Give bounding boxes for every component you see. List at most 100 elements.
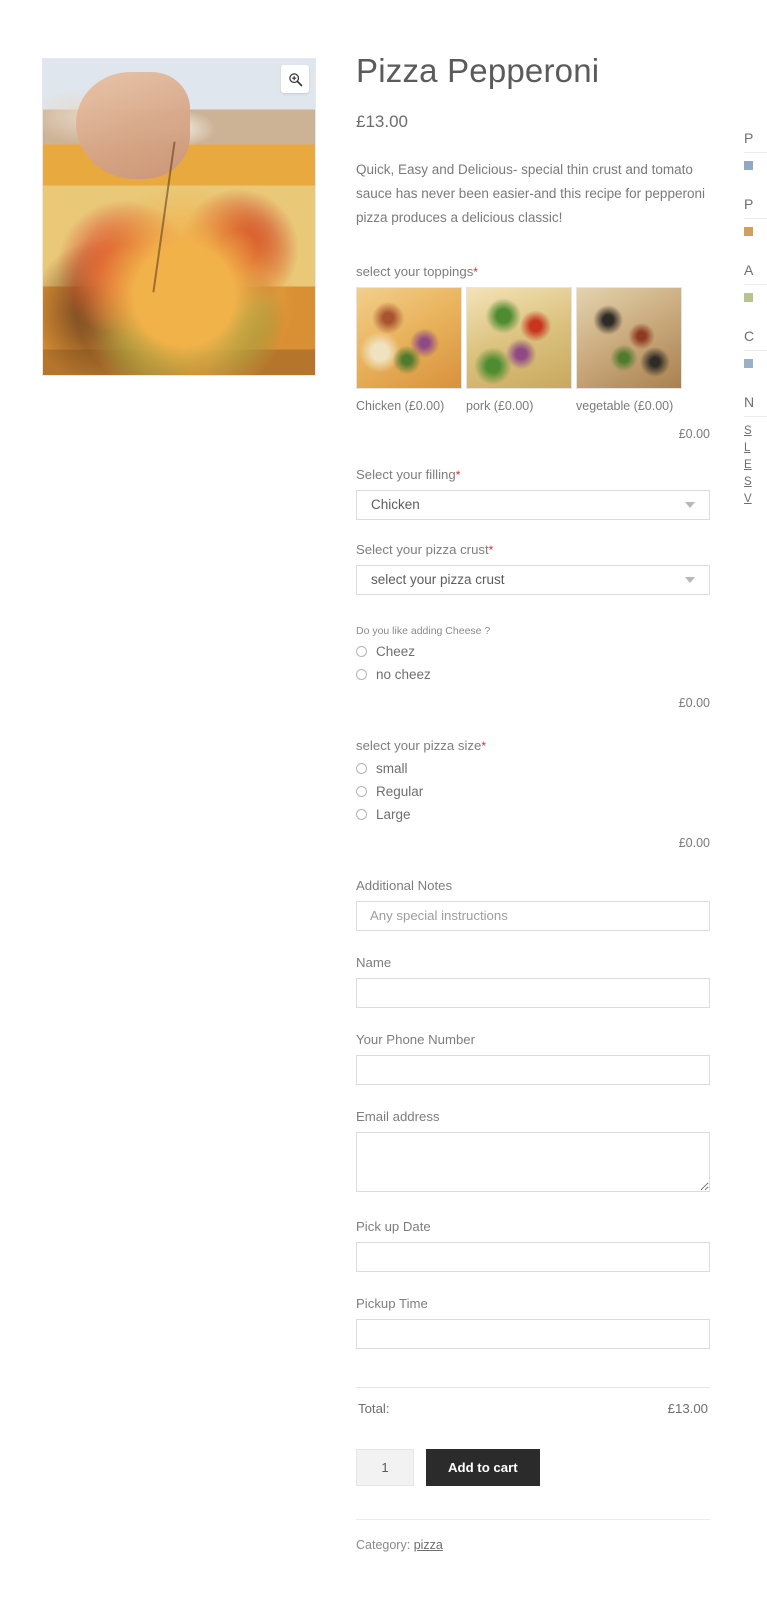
hand-overlay: [75, 71, 190, 180]
crust-select[interactable]: select your pizza crust: [356, 564, 710, 595]
sidebar-product-item[interactable]: [744, 227, 767, 236]
size-addon-total: £0.00: [678, 835, 710, 850]
sidebar-link[interactable]: S: [744, 476, 767, 488]
size-option-small[interactable]: small: [356, 761, 710, 776]
sidebar-block: P: [744, 196, 767, 236]
product-page: Pizza Pepperoni £13.00 Quick, Easy and D…: [0, 0, 767, 1600]
filling-select[interactable]: Chicken: [356, 489, 710, 520]
radio-label: Regular: [376, 783, 424, 799]
sidebar-block: C: [744, 328, 767, 368]
crust-field: Select your pizza crust* select your piz…: [356, 542, 710, 595]
topping-image-pork[interactable]: [466, 286, 572, 389]
topping-image-chicken[interactable]: [356, 286, 462, 389]
radio-icon[interactable]: [356, 785, 367, 797]
radio-icon[interactable]: [356, 645, 367, 657]
topping-option-pork[interactable]: pork (£0.00): [466, 286, 572, 413]
topping-label: pork (£0.00): [466, 398, 534, 413]
product-meta: Category: pizza: [356, 1518, 710, 1552]
filling-field: Select your filling* Chicken: [356, 467, 710, 520]
sidebar-link[interactable]: S: [744, 425, 767, 437]
product-image[interactable]: [43, 59, 315, 375]
cheese-option-cheez[interactable]: Cheez: [356, 644, 710, 659]
cart-actions: Add to cart: [356, 1448, 710, 1486]
name-input[interactable]: [356, 977, 710, 1008]
radio-icon[interactable]: [356, 668, 367, 680]
sidebar-heading: N: [744, 394, 755, 410]
sidebar: P P A C N S L E S V: [744, 130, 767, 531]
radio-icon[interactable]: [356, 762, 367, 774]
phone-field: Your Phone Number: [356, 1032, 710, 1085]
notes-label: Additional Notes: [356, 877, 453, 893]
required-asterisk: *: [473, 264, 478, 279]
sidebar-heading: P: [744, 130, 754, 146]
filling-selected-value: Chicken: [371, 497, 420, 513]
page-title: Pizza Pepperoni: [356, 52, 600, 89]
phone-input[interactable]: [356, 1054, 710, 1085]
size-option-regular[interactable]: Regular: [356, 784, 710, 799]
size-label: select your pizza size*: [356, 737, 487, 753]
sidebar-product-item[interactable]: [744, 293, 767, 302]
toppings-options: Chicken (£0.00) pork (£0.00) vegetable (…: [356, 286, 710, 413]
name-field: Name: [356, 955, 710, 1008]
pickup-time-label: Pickup Time: [356, 1295, 428, 1311]
toppings-addon-total: £0.00: [678, 426, 710, 441]
pickup-time-input[interactable]: [356, 1318, 710, 1349]
divider: [744, 284, 767, 285]
chevron-down-icon: [685, 576, 695, 583]
add-to-cart-button[interactable]: Add to cart: [426, 1448, 540, 1486]
cheese-field: Do you like adding Cheese ? Cheez no che…: [356, 625, 710, 710]
pickup-time-field: Pickup Time: [356, 1296, 710, 1349]
phone-label: Your Phone Number: [356, 1031, 476, 1047]
sidebar-product-item[interactable]: [744, 359, 767, 368]
toppings-label: select your toppings*: [356, 263, 478, 279]
sidebar-heading: A: [744, 262, 754, 278]
sidebar-link[interactable]: E: [744, 459, 767, 471]
pickup-date-input[interactable]: [356, 1241, 710, 1272]
sidebar-link[interactable]: V: [744, 493, 767, 505]
total-value: £13.00: [667, 1400, 708, 1416]
topping-image-vegetable[interactable]: [576, 286, 682, 389]
magnifier-plus-icon[interactable]: [281, 65, 309, 93]
radio-label: no cheez: [376, 666, 431, 682]
chevron-down-icon: [685, 501, 695, 508]
radio-label: small: [376, 760, 408, 776]
total-label: Total:: [358, 1400, 390, 1416]
sidebar-link[interactable]: L: [744, 442, 767, 454]
sidebar-heading: P: [744, 196, 754, 212]
email-label: Email address: [356, 1108, 440, 1124]
required-asterisk: *: [481, 738, 487, 753]
total-row: Total: £13.00: [356, 1386, 710, 1429]
radio-label: Large: [376, 806, 411, 822]
product-thumb-icon: [744, 359, 753, 368]
divider: [744, 152, 767, 153]
notes-input[interactable]: [356, 900, 710, 931]
product-gallery[interactable]: [42, 58, 316, 376]
sidebar-links-block: N S L E S V: [744, 394, 767, 505]
sidebar-product-item[interactable]: [744, 161, 767, 170]
topping-option-vegetable[interactable]: vegetable (£0.00): [576, 286, 682, 413]
divider: [744, 416, 767, 417]
topping-option-chicken[interactable]: Chicken (£0.00): [356, 286, 462, 413]
product-thumb-icon: [744, 227, 753, 236]
filling-label: Select your filling*: [356, 466, 461, 482]
cheese-addon-total: £0.00: [678, 695, 710, 710]
toppings-field: select your toppings* Chicken (£0.00) po…: [356, 264, 710, 441]
radio-icon[interactable]: [356, 808, 367, 820]
quantity-stepper[interactable]: [356, 1448, 414, 1486]
cheese-option-no-cheez[interactable]: no cheez: [356, 667, 710, 682]
email-input[interactable]: [356, 1131, 710, 1192]
email-field: Email address: [356, 1109, 710, 1197]
size-option-large[interactable]: Large: [356, 807, 710, 822]
sidebar-heading: C: [744, 328, 755, 344]
cheese-label: Do you like adding Cheese ?: [356, 624, 491, 637]
required-asterisk: *: [488, 542, 494, 557]
name-label: Name: [356, 954, 392, 970]
size-field: select your pizza size* small Regular La…: [356, 738, 710, 850]
product-price: £13.00: [356, 111, 408, 131]
sidebar-block: P: [744, 130, 767, 170]
topping-label: Chicken (£0.00): [356, 398, 445, 413]
crust-label: Select your pizza crust*: [356, 541, 494, 557]
category-label: Category:: [356, 1537, 411, 1552]
divider: [744, 350, 767, 351]
category-link[interactable]: pizza: [414, 1538, 443, 1552]
